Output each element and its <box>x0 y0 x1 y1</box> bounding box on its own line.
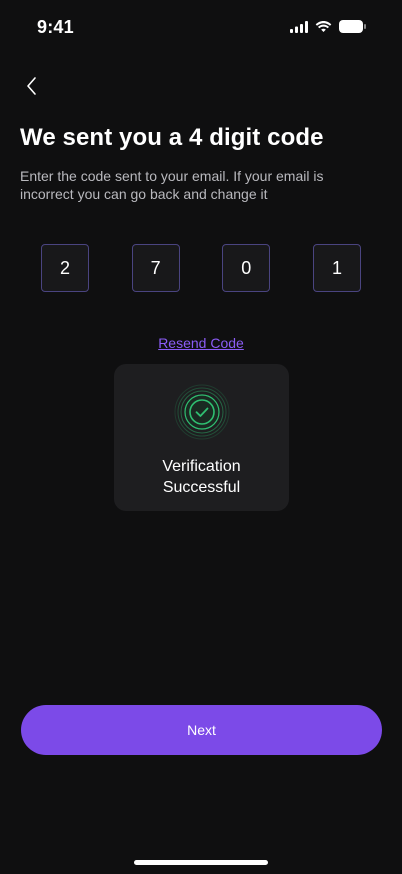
status-time: 9:41 <box>37 17 74 37</box>
check-circle-icon <box>174 384 230 440</box>
otp-digit-1[interactable]: 2 <box>41 244 89 292</box>
battery-icon <box>339 20 366 33</box>
otp-input-row: 2 7 0 1 <box>41 244 361 292</box>
page-subtitle: Enter the code sent to your email. If yo… <box>20 168 324 202</box>
chevron-left-icon <box>27 77 36 95</box>
resend-code-link[interactable]: Resend Code <box>0 335 402 351</box>
otp-digit-2[interactable]: 7 <box>131 244 180 292</box>
verification-success-card: Verification Successful <box>114 364 289 511</box>
success-message-line-1: Verification <box>162 458 241 475</box>
next-button[interactable]: Next <box>21 705 382 755</box>
cellular-signal-icon <box>290 20 308 33</box>
status-icons <box>290 20 366 33</box>
home-indicator <box>134 860 268 865</box>
wifi-icon <box>315 20 332 32</box>
otp-digit-3[interactable]: 0 <box>222 244 271 292</box>
back-button[interactable] <box>18 72 46 100</box>
success-message: Verification Successful <box>114 456 289 498</box>
otp-digit-4[interactable]: 1 <box>312 244 361 292</box>
status-bar: 9:41 <box>0 0 402 56</box>
success-message-line-2: Successful <box>162 479 241 496</box>
page-title: We sent you a 4 digit code <box>20 124 324 151</box>
